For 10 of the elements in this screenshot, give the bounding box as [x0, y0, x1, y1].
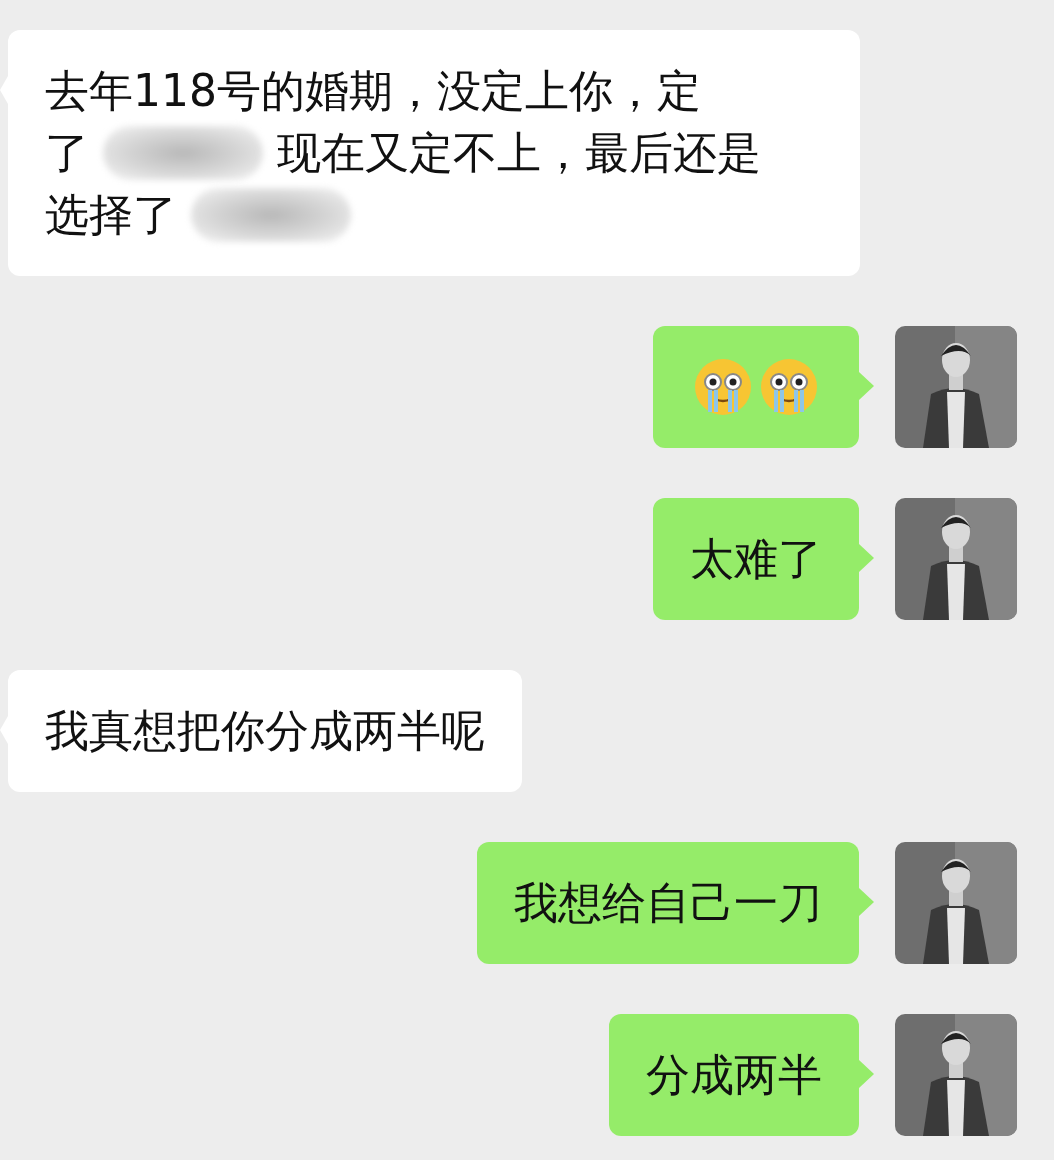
- crying-face-icon: [693, 357, 753, 417]
- message-text: 太难了: [690, 532, 822, 586]
- message-text: 现在又定不上，最后还是: [277, 126, 761, 180]
- message-text: 我真想把你分成两半呢: [45, 704, 485, 758]
- crying-face-icon: [759, 357, 819, 417]
- message-text: 选择了: [45, 188, 177, 242]
- message-text: 我想给自己一刀: [514, 876, 822, 930]
- message-text: 分成两半: [646, 1048, 822, 1102]
- message-text: 了: [45, 126, 89, 180]
- message-text: 去年118号的婚期，没定上你，定: [45, 64, 701, 118]
